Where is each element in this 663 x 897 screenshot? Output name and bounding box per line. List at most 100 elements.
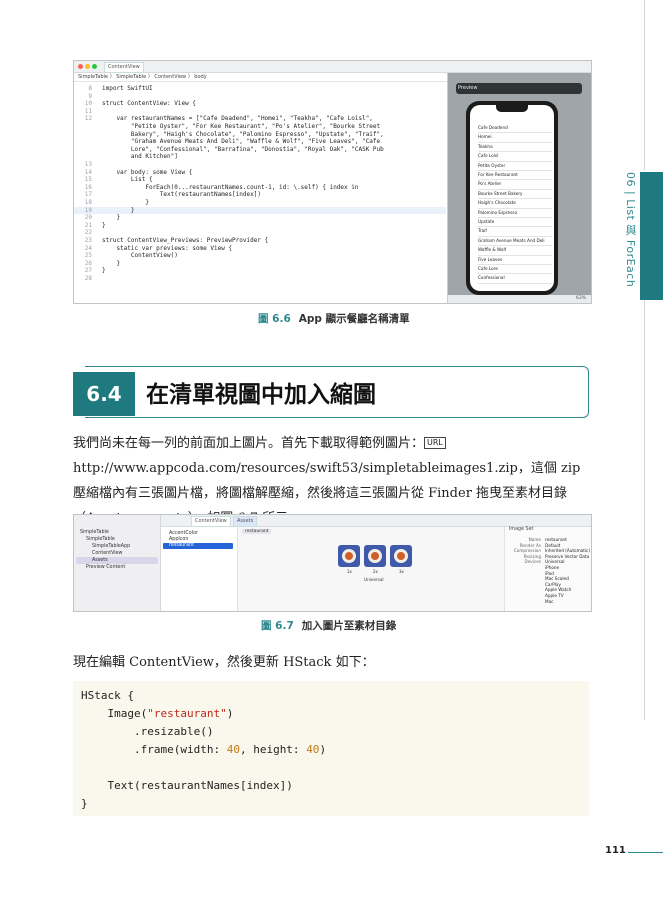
asset-canvas: restaurant 1x 2x 3x Universal [238, 527, 504, 611]
canvas-preview: Preview Cafe Deadend Homei Teakha Cafe Lois… [447, 73, 591, 303]
code-line: "Graham Avenue Meats And Deli", "Waffle … [102, 138, 381, 146]
code-line: struct ContentView: View { [102, 100, 196, 108]
scale-label: 1x [347, 569, 352, 574]
code-line: } [102, 206, 135, 214]
side-rule [644, 300, 645, 720]
inspector-value: Inherited (Automatic) [545, 548, 590, 554]
minimize-dot [85, 64, 90, 69]
side-rule [644, 0, 645, 170]
line-number: 13 [84, 161, 92, 168]
line-number: 17 [84, 191, 92, 199]
code-listing: HStack { Image("restaurant") .resizable(… [73, 681, 589, 816]
inspector-title: Image Set [509, 527, 534, 532]
line-number: 20 [84, 214, 92, 222]
inspector-value: Default [545, 542, 561, 548]
iphone-frame: Cafe Deadend Homei Teakha Cafe Loisl Petite … [466, 101, 558, 295]
line-number: 23 [84, 237, 92, 244]
caption-text: App 顯示餐廳名稱清單 [298, 313, 410, 325]
figure-6-7-screenshot: SimpleTable SimpleTable SimpleTableApp Cont… [73, 514, 592, 612]
line-number: 10 [84, 100, 92, 108]
scale-label: 2x [373, 569, 378, 574]
line-number: 18 [84, 199, 92, 206]
section-number: 6.4 [73, 372, 135, 416]
code-line: } [102, 199, 149, 206]
line-number: 12 [84, 115, 92, 123]
code-line: Text(restaurantNames[index]) [81, 779, 293, 792]
navigator-item: ContentView [92, 551, 123, 556]
preview-button: Preview [458, 85, 478, 91]
code-line: } [102, 267, 106, 275]
line-number: 11 [84, 107, 92, 115]
chapter-label: 06 | List 與 ForEach [624, 172, 637, 288]
figure-6-6-caption: 圖 6.6 App 顯示餐廳名稱清單 [258, 311, 410, 326]
inspector-value: Universal [545, 559, 565, 565]
section-title: 在清單視圖中加入縮圖 [146, 381, 376, 408]
code-line: HStack { [81, 689, 134, 702]
editor-tab: ContentView [191, 516, 231, 527]
project-navigator: SimpleTable SimpleTable SimpleTableApp Cont… [74, 515, 161, 611]
url-icon: URL [424, 437, 446, 449]
code-line: var body: some View { [102, 168, 193, 176]
line-number: 15 [84, 176, 92, 184]
selected-row [76, 557, 158, 564]
line-number: 25 [84, 252, 92, 260]
line-number: 28 [84, 275, 92, 282]
line-number: 19 [84, 206, 92, 214]
code-editor: 8 import SwiftUI 9 10 struct ContentView: Vi… [74, 85, 446, 300]
line-number: 16 [84, 183, 92, 191]
figure-6-7-caption: 圖 6.7 加入圖片至素材目錄 [261, 618, 396, 633]
code-line: .resizable() [81, 725, 214, 738]
code-line: } [102, 214, 121, 222]
page-number: 111 [605, 845, 626, 856]
inspector-value: Mac Scaled [545, 576, 569, 582]
caption-text: 加入圖片至素材目錄 [301, 620, 397, 632]
paragraph-text: 我們尚未在每一列的前面加上圖片。首先下載取得範例圖片： [73, 436, 425, 451]
editor-tab: Assets [233, 516, 258, 527]
notch [496, 105, 528, 112]
navigator-item: Assets [92, 558, 108, 563]
code-line: .frame(width: 40, height: 40) [81, 743, 327, 756]
inspector-key: Compression [513, 548, 541, 554]
code-line: var restaurantNames = ["Cafe Deadend", "… [102, 115, 373, 123]
inspector-value: CarPlay [545, 581, 561, 587]
inspector-key: Name [528, 537, 541, 542]
line-number: 26 [84, 259, 92, 267]
line-number: 21 [84, 221, 92, 229]
image-slot [390, 545, 412, 567]
code-line: "Petite Oyster", "For Kee Restaurant", "… [102, 123, 381, 130]
code-line: } [102, 221, 106, 229]
window-titlebar: ContentView Assets [161, 515, 591, 527]
code-line: } [81, 797, 88, 810]
inspector-key: Render As [519, 542, 541, 548]
asset-name: restaurant [242, 529, 272, 534]
inspector-value: iPhone [545, 565, 560, 570]
attributes-inspector: Image Set Name restaurant Render As Default… [504, 527, 591, 611]
code-line: } [102, 259, 121, 267]
inspector-value: Mac [545, 598, 554, 604]
editor-tab: ContentView [104, 62, 144, 73]
list-item: Confessional [478, 273, 552, 284]
code-line: Lore", "Confessional", "Barrafina", "Don… [102, 145, 384, 153]
code-line: import SwiftUI [102, 85, 153, 92]
inspector-value: Preserve Vector Data [545, 553, 590, 559]
universal-label: Universal [364, 577, 384, 582]
preview-toolbar: Preview [456, 83, 582, 94]
inspector-value: Apple TV [545, 593, 564, 598]
line-number: 22 [84, 229, 92, 237]
inspector-value: Apple Watch [545, 587, 572, 593]
close-dot [78, 64, 83, 69]
code-line: Text(restaurantNames[index]) [102, 191, 261, 199]
code-line: and Kitchen"] [102, 153, 178, 161]
caption-number: 圖 6.7 [261, 620, 294, 632]
code-line: ContentView() [102, 252, 178, 260]
code-line: struct ContentView_Previews: PreviewProv… [102, 237, 269, 244]
line-number: 14 [84, 168, 92, 176]
asset-item: restaurant [169, 543, 195, 548]
navigator-item: SimpleTable [80, 530, 109, 535]
caption-number: 圖 6.6 [258, 313, 291, 325]
inspector-key: Resizing [523, 553, 541, 559]
section-header: 6.4 在清單視圖中加入縮圖 [73, 366, 589, 418]
asset-list: AccentColor AppIcon restaurant [161, 527, 238, 611]
iphone-screen: Cafe Deadend Homei Teakha Cafe Loisl Petite … [470, 105, 554, 291]
line-number: 8 [88, 85, 92, 92]
